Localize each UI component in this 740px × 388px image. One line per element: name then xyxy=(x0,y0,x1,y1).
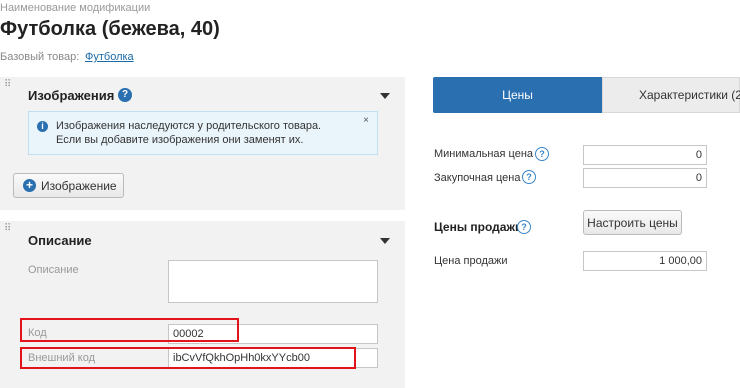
drag-handle-icon[interactable]: ⠿ xyxy=(4,80,11,90)
base-product-label: Базовый товар: xyxy=(0,51,80,63)
configure-prices-button[interactable]: Настроить цены xyxy=(583,210,682,235)
images-panel-title: Изображения xyxy=(28,88,115,103)
add-image-button[interactable]: + Изображение xyxy=(13,173,124,198)
collapse-arrow-icon[interactable] xyxy=(380,93,390,99)
purchase-price-label: Закупочная цена xyxy=(434,172,521,184)
tab-prices[interactable]: Цены xyxy=(433,77,602,113)
help-icon[interactable]: ? xyxy=(535,147,549,161)
info-text: Изображения наследуются у родительского … xyxy=(56,119,321,147)
description-label: Описание xyxy=(28,264,79,276)
modification-label: Наименование модификации xyxy=(0,2,151,14)
min-price-label: Минимальная цена xyxy=(434,148,534,160)
help-icon[interactable]: ? xyxy=(118,88,132,102)
tab-characteristics[interactable]: Характеристики (2) xyxy=(602,77,740,113)
description-panel-title: Описание xyxy=(28,233,92,248)
base-product-link[interactable]: Футболка xyxy=(85,51,134,63)
code-highlight-box xyxy=(20,318,239,342)
sale-price-input[interactable] xyxy=(583,251,707,271)
min-price-input[interactable] xyxy=(583,145,707,165)
help-icon[interactable]: ? xyxy=(517,220,531,234)
close-icon[interactable]: × xyxy=(363,115,369,126)
help-icon[interactable]: ? xyxy=(522,170,536,184)
add-image-button-label: Изображение xyxy=(41,179,117,193)
sale-price-label: Цена продажи xyxy=(434,255,508,267)
page-title: Футболка (бежева, 40) xyxy=(0,18,220,40)
purchase-price-input[interactable] xyxy=(583,168,707,188)
info-text-line-1: Изображения наследуются у родительского … xyxy=(56,120,322,132)
info-icon: i xyxy=(37,121,48,132)
info-message: i Изображения наследуются у родительског… xyxy=(28,111,378,155)
drag-handle-icon[interactable]: ⠿ xyxy=(4,224,11,234)
sale-prices-label: Цены продажи xyxy=(434,220,523,234)
info-text-line-2: Если вы добавите изображения они заменят… xyxy=(56,134,304,146)
collapse-arrow-icon[interactable] xyxy=(380,238,390,244)
description-textarea[interactable] xyxy=(168,260,378,303)
plus-icon: + xyxy=(23,179,36,192)
external-code-highlight-box xyxy=(20,347,356,369)
